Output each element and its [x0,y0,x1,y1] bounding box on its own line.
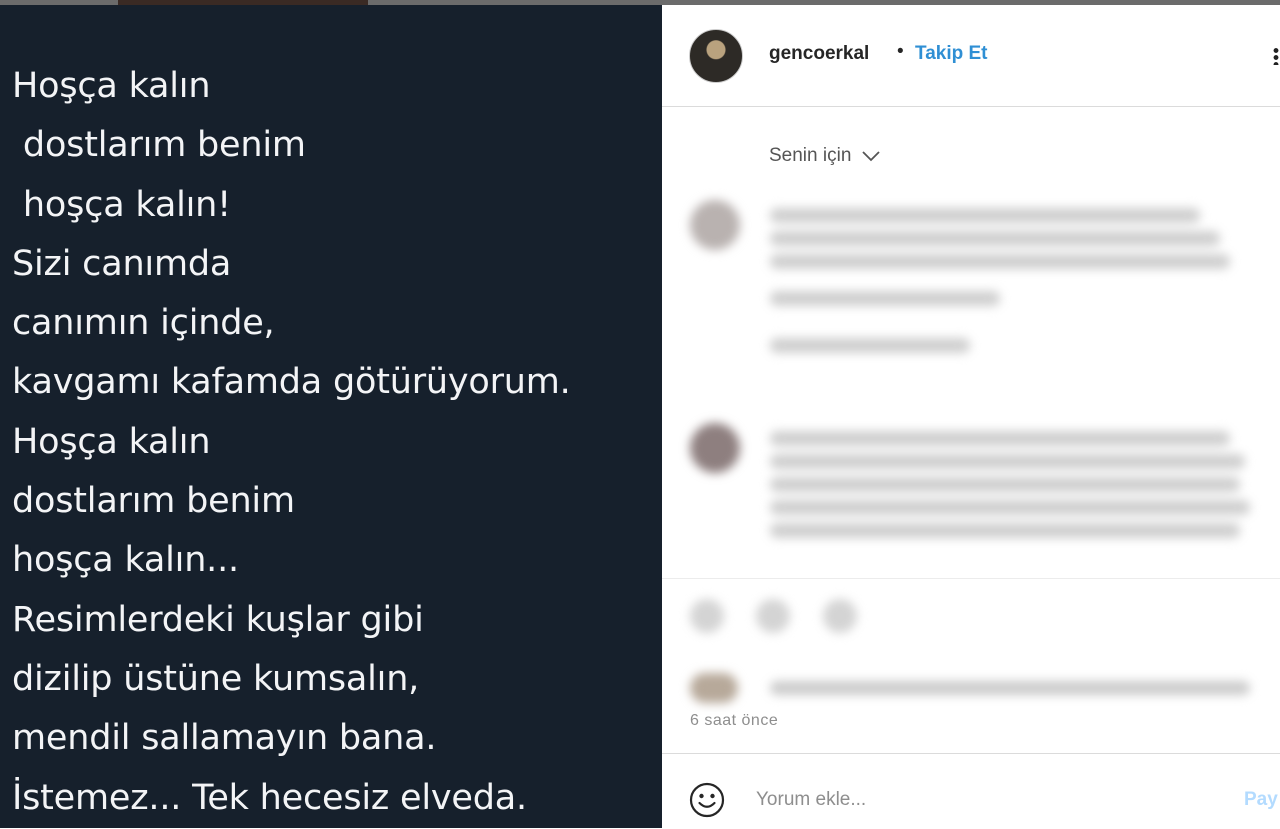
poem-text: Hoşça kalın dostlarım benim hoşça kalın!… [12,57,571,828]
poem-line: dizilip üstüne kumsalın, [12,658,420,699]
share-icon[interactable] [822,599,857,633]
poem-line: Hoşça kalın [12,66,211,106]
more-options-icon[interactable] [1272,47,1280,65]
comment-text-blurred [770,423,1250,546]
like-icon[interactable] [690,599,724,633]
poem-line: kavgamı kafamda götürüyorum. [12,362,571,403]
comment-filter-dropdown[interactable]: Senin için [769,145,881,167]
emoji-icon[interactable] [689,782,725,818]
profile-avatar[interactable] [689,29,743,83]
poem-line: Sizi canımda [12,243,232,284]
username-link[interactable]: gencoerkal [769,43,869,65]
comment-item [690,423,1250,573]
poem-line: Hoşça kalın [12,421,211,462]
follow-button[interactable]: Takip Et [915,43,988,65]
poem-line: İstemez... Tek hecesiz elveda. [12,777,527,818]
poem-line: hoşça kalın! [12,184,231,225]
poem-line: hoşça kalın... [12,540,239,581]
poem-line: canımın içinde, [12,303,275,344]
comment-filter-label: Senin için [769,145,852,166]
likes-text-blurred [770,681,1250,695]
poem-line: dostlarım benim [12,481,295,522]
comment-input-row: Pay [662,753,1280,829]
likes-summary-blurred [690,673,1250,703]
comment-item [690,200,1250,380]
comment-avatar[interactable] [690,200,740,250]
post-action-icons [690,599,990,639]
poem-line: dostlarım benim [12,125,306,166]
post-comment-button[interactable]: Pay [1244,789,1278,811]
poem-line: mendil sallamayın bana. [12,718,437,759]
chevron-down-icon [862,151,880,162]
post-timestamp[interactable]: 6 saat önce [690,712,778,730]
comment-avatar[interactable] [690,423,740,473]
post-side-panel: gencoerkal • Takip Et Senin için 6 saat … [662,5,1280,828]
post-image: Hoşça kalın dostlarım benim hoşça kalın!… [0,5,662,828]
separator-dot: • [897,41,904,62]
divider [662,578,1280,579]
post-header: gencoerkal • Takip Et [662,5,1280,107]
likes-avatars [690,673,738,703]
poem-line: Resimlerdeki kuşlar gibi [12,599,424,640]
comment-icon[interactable] [756,599,791,633]
comment-input[interactable] [754,784,1218,816]
comment-text-blurred [770,200,1230,361]
